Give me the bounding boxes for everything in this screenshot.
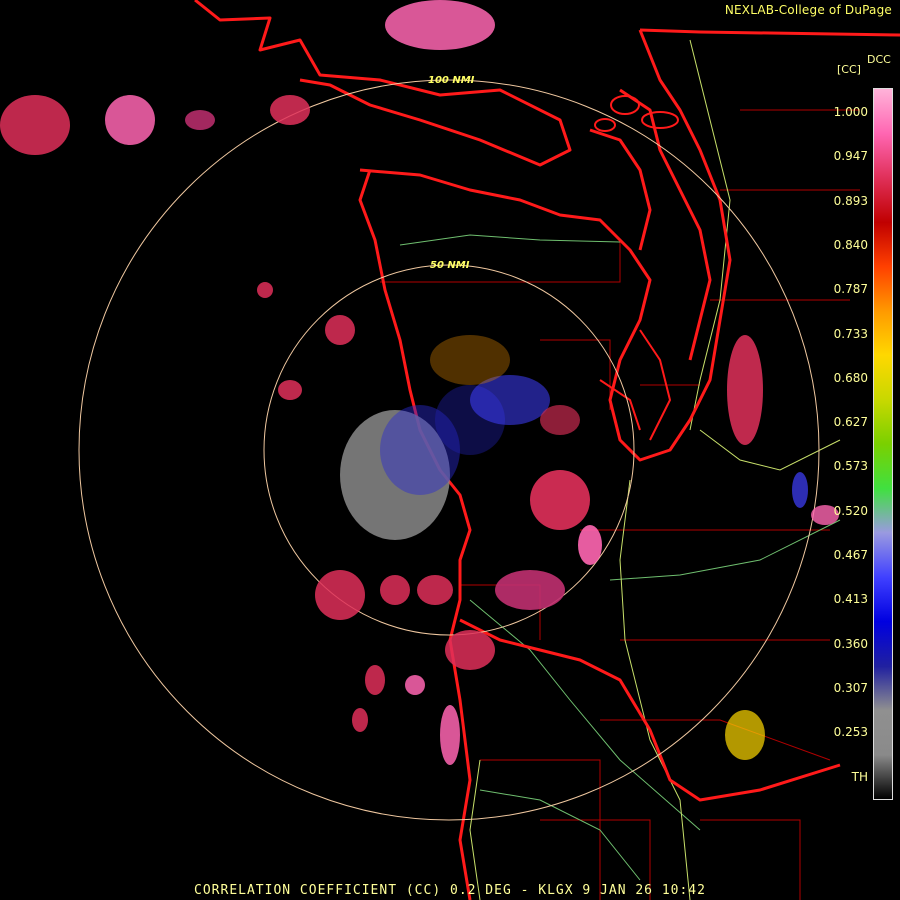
- legend-unit: [CC]: [837, 63, 861, 76]
- legend-tick: 0.520: [833, 503, 868, 518]
- legend-tick: 0.253: [833, 725, 868, 740]
- colorbar: [873, 88, 893, 800]
- legend-tick: TH: [851, 769, 868, 784]
- legend-tick: 0.840: [833, 237, 868, 252]
- ring-label-50: 50 NMI: [430, 260, 470, 271]
- legend-tick: 0.413: [833, 592, 868, 607]
- islands: [594, 95, 679, 441]
- radar-map: 50 NMI 100 NMI: [0, 0, 900, 900]
- echo-precip-central: [430, 335, 602, 610]
- credit-text: NEXLAB-College of DuPage: [724, 3, 892, 17]
- state-borders: [194, 0, 900, 900]
- legend-tick: 0.733: [833, 326, 868, 341]
- legend-tick: 0.787: [833, 282, 868, 297]
- highways: [469, 39, 841, 900]
- legend-tick: 0.680: [833, 370, 868, 385]
- legend-tick: 0.947: [833, 149, 868, 164]
- legend-tick: 0.467: [833, 548, 868, 562]
- legend-tick: 1.000: [833, 105, 868, 119]
- echo-precip-northwest: [0, 0, 495, 155]
- ring-label-100: 100 NMI: [428, 75, 475, 86]
- legend-tick: 0.307: [833, 680, 868, 695]
- legend-tick: 0.627: [833, 415, 868, 430]
- legend-title: DCC: [867, 53, 891, 66]
- legend-tick: 0.573: [833, 459, 868, 474]
- product-caption: CORRELATION COEFFICIENT (CC) 0.2 DEG - K…: [194, 883, 706, 898]
- legend-tick: 0.360: [833, 636, 868, 651]
- echo-precip-east: [725, 335, 839, 760]
- legend-tick: 0.893: [833, 193, 868, 208]
